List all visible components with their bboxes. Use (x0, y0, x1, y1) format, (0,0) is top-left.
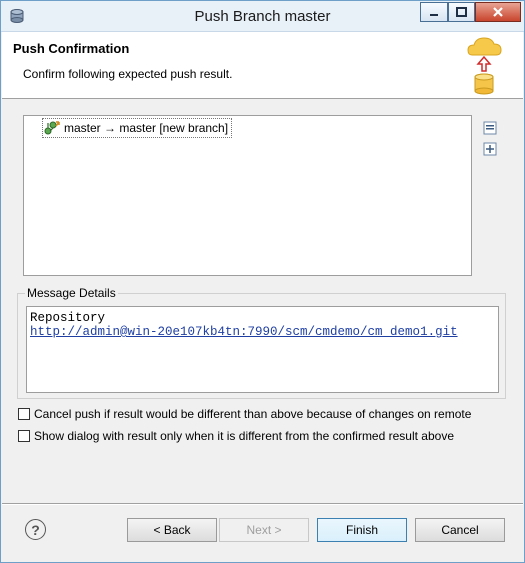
push-cloud-icon (467, 37, 502, 95)
tree-item-label: master → master [new branch] (64, 121, 229, 135)
minimize-icon (430, 14, 438, 16)
help-icon[interactable]: ? (25, 519, 46, 540)
finish-button[interactable]: Finish (317, 518, 407, 542)
page-title: Push Confirmation (13, 41, 130, 56)
cancel-push-option[interactable]: Cancel push if result would be different… (18, 407, 471, 421)
title-bar[interactable]: Push Branch master (1, 1, 524, 32)
cancel-push-label: Cancel push if result would be different… (34, 407, 472, 421)
show-dialog-checkbox[interactable] (18, 430, 30, 442)
push-branch-icon (44, 121, 60, 135)
show-dialog-option[interactable]: Show dialog with result only when it is … (18, 429, 454, 443)
close-button[interactable] (475, 2, 521, 22)
next-button[interactable]: Next > (219, 518, 309, 542)
show-dialog-label: Show dialog with result only when it is … (34, 429, 454, 443)
close-icon (493, 7, 503, 17)
maximize-button[interactable] (448, 2, 475, 22)
expand-all-icon[interactable] (483, 142, 497, 156)
repository-link[interactable]: http://admin@win-20e107kb4tn:7990/scm/cm… (30, 325, 495, 339)
back-button[interactable]: < Back (127, 518, 217, 542)
dialog-header: Push Confirmation Confirm following expe… (2, 32, 523, 99)
button-bar-separator (2, 503, 523, 505)
cancel-button[interactable]: Cancel (415, 518, 505, 542)
maximize-icon (456, 7, 467, 17)
push-branch-dialog: Push Branch master Push Confirmation Con… (0, 0, 525, 563)
tree-item-branch[interactable]: master → master [new branch] (42, 118, 233, 138)
collapse-all-icon[interactable] (483, 121, 497, 135)
minimize-button[interactable] (420, 2, 448, 22)
message-repository-label: Repository (30, 311, 106, 325)
cancel-push-checkbox[interactable] (18, 408, 30, 420)
push-result-tree[interactable]: master → master [new branch] (23, 115, 472, 276)
page-subtitle: Confirm following expected push result. (23, 67, 233, 81)
message-details-text[interactable]: Repository http://admin@win-20e107kb4tn:… (26, 306, 499, 393)
message-details-label: Message Details (25, 286, 118, 300)
